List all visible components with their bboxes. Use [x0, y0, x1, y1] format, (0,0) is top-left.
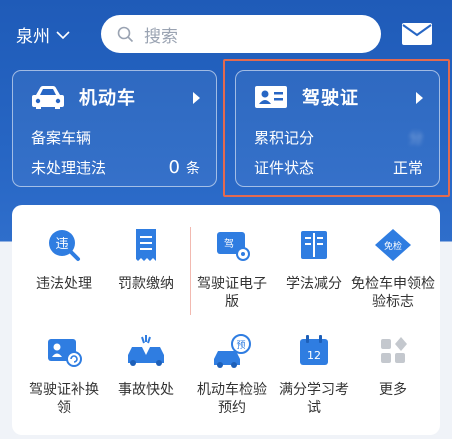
- e-license-icon: 驾: [217, 232, 250, 261]
- violation-count: 0: [168, 157, 180, 178]
- more-icon: [381, 337, 407, 363]
- vehicle-card-title: 机动车: [79, 88, 136, 109]
- booking-badge: 预: [236, 340, 245, 351]
- grid-item-study[interactable]: 学法减分: [274, 227, 354, 293]
- accumulated-points-row: 累积记分 分: [254, 127, 423, 148]
- service-grid: 违 违法处理 罚款缴纳 驾 驾驶证电子版 学法减分 免检 免检车申领检验标志 驾…: [12, 205, 440, 435]
- calendar-badge: 12: [307, 349, 321, 362]
- accident-icon: [128, 335, 164, 366]
- accumulated-points-value: 分: [409, 130, 423, 147]
- mail-icon[interactable]: [401, 22, 433, 46]
- violation-badge: 违: [55, 237, 68, 252]
- unprocessed-violations-label: 未处理违法: [31, 159, 107, 177]
- inspection-booking-icon: 预: [214, 334, 251, 368]
- study-book-icon: [301, 231, 327, 259]
- vehicle-card[interactable]: 机动车 备案车辆 未处理违法 0条: [12, 70, 217, 187]
- e-license-badge: 驾: [224, 238, 234, 250]
- license-card[interactable]: 驾驶证 累积记分 分 证件状态 正常: [235, 70, 440, 187]
- chevron-down-icon: [56, 30, 70, 39]
- registered-vehicles-row: 备案车辆: [31, 127, 200, 148]
- chevron-right-icon: [193, 92, 200, 104]
- grid-label: 学法减分: [286, 276, 342, 292]
- unprocessed-violations-value: 0条: [169, 157, 200, 178]
- id-card-icon: [255, 86, 287, 108]
- fine-receipt-icon: [136, 229, 156, 261]
- chevron-right-icon: [416, 92, 423, 104]
- city-label: 泉州: [16, 27, 50, 47]
- grid-label: 驾驶证补换领: [29, 382, 99, 416]
- license-card-header: 驾驶证: [254, 84, 359, 110]
- grid-label: 违法处理: [36, 276, 92, 292]
- grid-item-exempt[interactable]: 免检 免检车申领检验标志: [350, 227, 436, 311]
- grid-label: 免检车申领检验标志: [351, 276, 435, 310]
- grid-item-violation[interactable]: 违 违法处理: [24, 227, 104, 293]
- license-status-value: 正常: [392, 159, 423, 177]
- grid-item-more[interactable]: 更多: [350, 333, 436, 399]
- search-placeholder: 搜索: [144, 26, 178, 47]
- exempt-inspection-icon: 免检: [375, 229, 411, 261]
- license-reissue-icon: [48, 339, 82, 367]
- car-icon: [32, 86, 64, 109]
- grid-label: 事故快处: [118, 382, 174, 398]
- license-status-label: 证件状态: [254, 159, 315, 177]
- accumulated-points-label: 累积记分: [254, 129, 315, 147]
- grid-item-accident[interactable]: 事故快处: [106, 333, 186, 399]
- grid-item-e-license[interactable]: 驾 驾驶证电子版: [192, 227, 272, 311]
- search-icon: [117, 26, 134, 42]
- search-input[interactable]: 搜索: [101, 15, 381, 53]
- grid-label: 更多: [379, 382, 407, 398]
- divider: [190, 227, 191, 315]
- license-card-title: 驾驶证: [302, 88, 359, 109]
- unprocessed-violations-row: 未处理违法 0条: [31, 157, 200, 178]
- vehicle-card-header: 机动车: [31, 84, 136, 110]
- registered-vehicles-label: 备案车辆: [31, 129, 92, 147]
- grid-label: 机动车检验预约: [197, 382, 267, 416]
- violation-icon: 违: [49, 230, 80, 261]
- full-score-study-icon: 12: [300, 335, 328, 365]
- grid-label: 满分学习考试: [279, 382, 349, 416]
- grid-label: 罚款缴纳: [118, 276, 174, 292]
- grid-item-booking[interactable]: 预 机动车检验预约: [192, 333, 272, 417]
- grid-item-full-score[interactable]: 12 满分学习考试: [274, 333, 354, 417]
- city-selector[interactable]: 泉州: [16, 22, 70, 47]
- grid-item-reissue[interactable]: 驾驶证补换领: [24, 333, 104, 417]
- violation-unit: 条: [186, 161, 200, 177]
- license-status-row: 证件状态 正常: [254, 157, 423, 178]
- top-header: 泉州 搜索: [0, 0, 452, 66]
- grid-item-fine[interactable]: 罚款缴纳: [106, 227, 186, 293]
- exempt-badge: 免检: [384, 240, 402, 252]
- grid-label: 驾驶证电子版: [197, 276, 267, 310]
